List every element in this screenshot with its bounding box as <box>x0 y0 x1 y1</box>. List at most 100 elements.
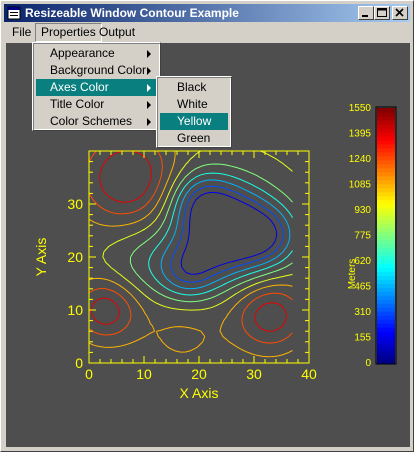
menu-properties[interactable]: Properties <box>35 23 102 42</box>
x-tick-labels: 0 10 20 30 40 <box>85 366 317 382</box>
menu-item-label: Title Color <box>50 97 105 111</box>
colorbar-band <box>377 267 395 272</box>
contour-line <box>180 191 278 275</box>
colorbar-band <box>377 291 395 296</box>
colorbar-band <box>377 115 395 121</box>
colorbar-band <box>377 299 395 304</box>
colorbar-tick-label: 155 <box>354 333 371 344</box>
y-tick-labels: 0 10 20 30 <box>67 196 83 371</box>
colorbar-band <box>377 227 395 233</box>
submenu-arrow-icon <box>147 101 151 109</box>
menu-item-label: Appearance <box>50 46 115 60</box>
colorbar-band <box>377 307 395 312</box>
axes-color-submenu: Black White Yellow Green <box>156 76 232 148</box>
colorbar-band <box>377 255 395 261</box>
colorbar-band <box>377 315 395 320</box>
contour-line <box>88 150 293 358</box>
colorbar-band <box>377 135 395 141</box>
menu-bar: File Properties Output <box>4 23 410 42</box>
colorbar-band <box>377 355 395 360</box>
submenu-arrow-icon <box>147 67 151 75</box>
colorbar-band <box>377 279 395 284</box>
colorbar-band <box>377 303 395 308</box>
colorbar-band <box>377 335 395 340</box>
colorbar-tick-label: 1240 <box>349 154 372 165</box>
app-window-icon <box>7 6 21 20</box>
minimize-button[interactable] <box>358 6 374 20</box>
colorbar-band <box>377 235 395 241</box>
submenu-arrow-icon <box>147 84 151 92</box>
submenu-arrow-icon <box>147 118 151 126</box>
colorbar-band <box>377 127 395 133</box>
contour-line <box>102 150 293 311</box>
colorbar-band <box>377 295 395 300</box>
contour-line <box>129 163 293 303</box>
maximize-icon <box>377 8 387 17</box>
colorbar-band <box>377 199 395 205</box>
colorbar-band <box>377 239 395 245</box>
colorbar-band <box>377 231 395 237</box>
colorbar-band <box>377 327 395 332</box>
colorbar-band <box>377 119 395 125</box>
menu-item-black[interactable]: Black <box>160 79 228 96</box>
title-bar[interactable]: Resizeable Window Contour Example <box>4 4 410 22</box>
colorbar-tick-label: 1085 <box>349 180 372 191</box>
colorbar-band <box>377 347 395 352</box>
x-tick-label: 10 <box>136 366 152 382</box>
minimize-icon <box>362 15 368 17</box>
y-tick-label: 0 <box>75 355 83 371</box>
colorbar-band <box>377 195 395 201</box>
colorbar-band <box>377 271 395 276</box>
menu-item-label: Background Color <box>50 63 147 77</box>
colorbar-band <box>377 351 395 356</box>
colorbar-band <box>377 203 395 209</box>
colorbar-band <box>377 167 395 173</box>
y-tick-label: 30 <box>67 196 83 212</box>
colorbar-band <box>377 263 395 268</box>
close-icon <box>395 8 404 17</box>
colorbar-band <box>377 243 395 249</box>
menu-item-green[interactable]: Green <box>160 130 228 147</box>
colorbar-band <box>377 171 395 177</box>
colorbar-band <box>377 319 395 324</box>
menu-item-appearance[interactable]: Appearance <box>36 45 157 62</box>
colorbar-band <box>377 163 395 169</box>
menu-item-white[interactable]: White <box>160 96 228 113</box>
colorbar-tick-label: 310 <box>354 307 371 318</box>
menu-output[interactable]: Output <box>93 23 141 42</box>
menu-item-label: Color Schemes <box>50 114 133 128</box>
colorbar-band <box>377 175 395 181</box>
colorbar-tick-label: 775 <box>354 231 371 242</box>
menu-item-background-color[interactable]: Background Color <box>36 62 157 79</box>
menu-item-axes-color[interactable]: Axes Color <box>36 79 157 96</box>
close-button[interactable] <box>392 6 408 20</box>
menu-item-color-schemes[interactable]: Color Schemes <box>36 113 157 130</box>
colorbar <box>377 108 395 364</box>
colorbar-tick-label: 1395 <box>349 129 372 140</box>
colorbar-band <box>377 339 395 344</box>
contour-lines <box>88 150 293 358</box>
maximize-button[interactable] <box>374 6 390 20</box>
menu-file[interactable]: File <box>6 23 37 42</box>
colorbar-band <box>377 159 395 165</box>
x-axis-label: X Axis <box>180 385 219 401</box>
colorbar-band <box>377 155 395 161</box>
colorbar-band <box>377 139 395 145</box>
colorbar-band <box>377 207 395 213</box>
properties-dropdown: Appearance Background Color Axes Color T… <box>32 42 161 131</box>
menu-item-title-color[interactable]: Title Color <box>36 96 157 113</box>
colorbar-label: Meters <box>347 259 358 290</box>
colorbar-band <box>377 211 395 217</box>
colorbar-band <box>377 259 395 264</box>
app-window: Resizeable Window Contour Example File P… <box>0 0 414 452</box>
colorbar-band <box>377 283 395 288</box>
colorbar-band <box>377 287 395 292</box>
colorbar-tick-label: 930 <box>354 205 371 216</box>
menu-item-yellow[interactable]: Yellow <box>160 113 228 130</box>
colorbar-band <box>377 323 395 328</box>
menu-item-label: Axes Color <box>50 80 109 94</box>
colorbar-band <box>377 223 395 229</box>
window-title: Resizeable Window Contour Example <box>25 6 239 20</box>
colorbar-band <box>377 311 395 316</box>
x-tick-label: 30 <box>246 366 262 382</box>
